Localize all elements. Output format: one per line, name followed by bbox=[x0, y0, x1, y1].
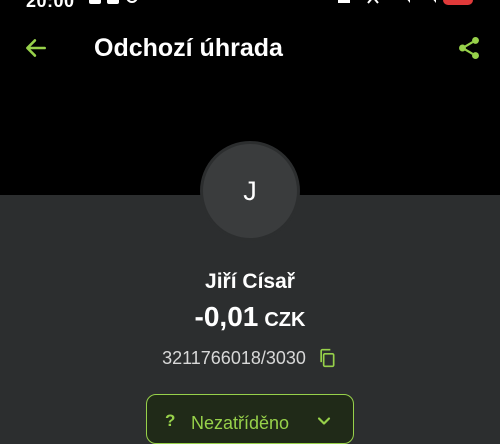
app-notification-icon bbox=[107, 0, 119, 4]
amount-value: -0,01 bbox=[194, 301, 259, 332]
copy-account-button[interactable] bbox=[316, 347, 338, 369]
account-row: 3211766018/3030 bbox=[0, 347, 500, 369]
share-button[interactable] bbox=[451, 30, 487, 66]
contact-name: Jiří Císař bbox=[205, 270, 295, 293]
category-label: Nezatříděno bbox=[191, 413, 290, 433]
avatar-initial: J bbox=[203, 144, 297, 238]
notification-icon bbox=[89, 0, 101, 4]
amount-row: -0,01 CZK bbox=[0, 301, 500, 333]
status-time: 20:00 bbox=[26, 0, 75, 11]
share-icon bbox=[459, 36, 479, 60]
category-dropdown[interactable]: ? Nezatříděno bbox=[146, 394, 354, 444]
status-bar: 20:00 bbox=[0, 0, 500, 11]
sync-icon bbox=[126, 0, 138, 3]
question-icon: ? bbox=[165, 411, 176, 430]
account-number: 3211766018/3030 bbox=[162, 347, 306, 368]
avatar: J bbox=[200, 141, 300, 241]
back-button[interactable] bbox=[18, 30, 54, 66]
page-title: Odchozí úhrada bbox=[94, 34, 283, 62]
amount-currency: CZK bbox=[264, 309, 306, 331]
arrow-left-icon bbox=[26, 39, 46, 57]
copy-icon bbox=[320, 348, 335, 368]
chevron-down-icon bbox=[317, 417, 331, 425]
status-indicators-icon bbox=[338, 0, 436, 4]
battery-icon bbox=[443, 0, 473, 5]
